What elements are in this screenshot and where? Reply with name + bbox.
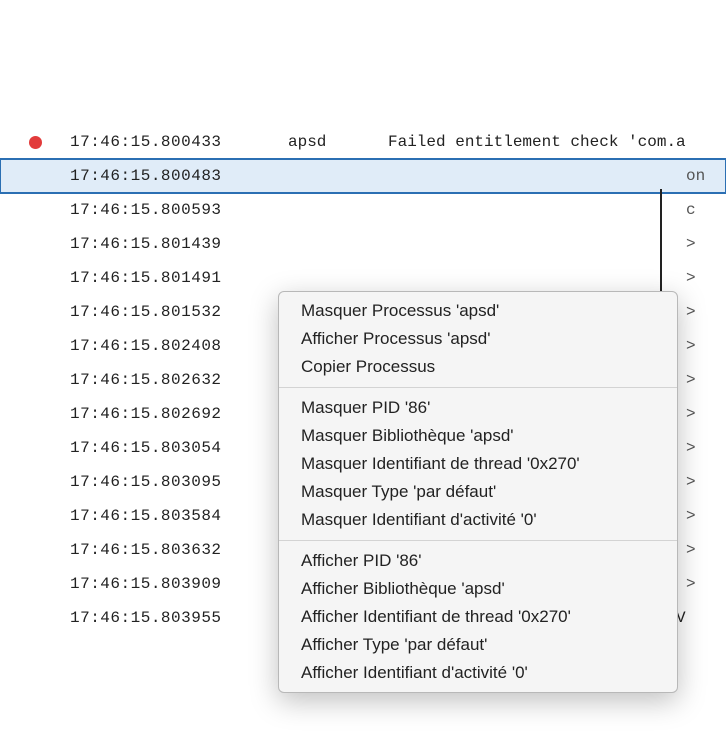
message-tail-cell: c [686,201,726,219]
context-menu-item[interactable]: Afficher Identifiant d'activité '0' [279,659,677,687]
message-tail-cell: > [686,507,726,525]
message-tail-cell: > [686,575,726,593]
timestamp-cell: 17:46:15.802408 [70,337,288,355]
context-menu-item[interactable]: Afficher Type 'par défaut' [279,631,677,659]
error-dot-icon [29,136,42,149]
message-cell: Failed entitlement check 'com.a [388,133,686,151]
context-menu-item[interactable]: Masquer Bibliothèque 'apsd' [279,422,677,450]
callout-pointer-line [660,189,662,299]
message-tail-cell: > [686,303,726,321]
timestamp-cell: 17:46:15.803584 [70,507,288,525]
context-menu-item[interactable]: Masquer Identifiant d'activité '0' [279,506,677,534]
timestamp-cell: 17:46:15.800483 [70,167,288,185]
message-tail-cell: on [686,167,726,185]
row-marker-cell [0,136,70,149]
message-tail-cell: > [686,405,726,423]
message-tail-cell: > [686,371,726,389]
context-menu-item[interactable]: Masquer PID '86' [279,394,677,422]
menu-separator [279,387,677,388]
message-tail-cell: > [686,337,726,355]
timestamp-cell: 17:46:15.801439 [70,235,288,253]
log-row[interactable]: 17:46:15.801491 > [0,261,726,295]
context-menu-item[interactable]: Afficher Bibliothèque 'apsd' [279,575,677,603]
context-menu: Masquer Processus 'apsd'Afficher Process… [278,291,678,693]
context-menu-item[interactable]: Masquer Type 'par défaut' [279,478,677,506]
message-tail-cell: > [686,235,726,253]
context-menu-item[interactable]: Afficher Identifiant de thread '0x270' [279,603,677,631]
timestamp-cell: 17:46:15.801491 [70,269,288,287]
message-tail-cell: > [686,269,726,287]
log-row[interactable]: 17:46:15.800593 c [0,193,726,227]
timestamp-cell: 17:46:15.801532 [70,303,288,321]
timestamp-cell: 17:46:15.802632 [70,371,288,389]
context-menu-item[interactable]: Masquer Identifiant de thread '0x270' [279,450,677,478]
message-tail-cell: > [686,473,726,491]
timestamp-cell: 17:46:15.802692 [70,405,288,423]
context-menu-item[interactable]: Afficher PID '86' [279,547,677,575]
context-menu-item[interactable]: Afficher Processus 'apsd' [279,325,677,353]
timestamp-cell: 17:46:15.803054 [70,439,288,457]
process-cell: apsd [288,133,388,151]
timestamp-cell: 17:46:15.800433 [70,133,288,151]
timestamp-cell: 17:46:15.803909 [70,575,288,593]
log-row[interactable]: 17:46:15.801439 > [0,227,726,261]
timestamp-cell: 17:46:15.803095 [70,473,288,491]
log-row[interactable]: 17:46:15.800483 on [0,159,726,193]
message-tail-cell: > [686,541,726,559]
context-menu-item[interactable]: Copier Processus [279,353,677,381]
message-tail-cell: > [686,439,726,457]
context-menu-item[interactable]: Masquer Processus 'apsd' [279,297,677,325]
timestamp-cell: 17:46:15.803955 [70,609,288,627]
timestamp-cell: 17:46:15.803632 [70,541,288,559]
timestamp-cell: 17:46:15.800593 [70,201,288,219]
menu-separator [279,540,677,541]
log-row[interactable]: 17:46:15.800433apsdFailed entitlement ch… [0,125,726,159]
